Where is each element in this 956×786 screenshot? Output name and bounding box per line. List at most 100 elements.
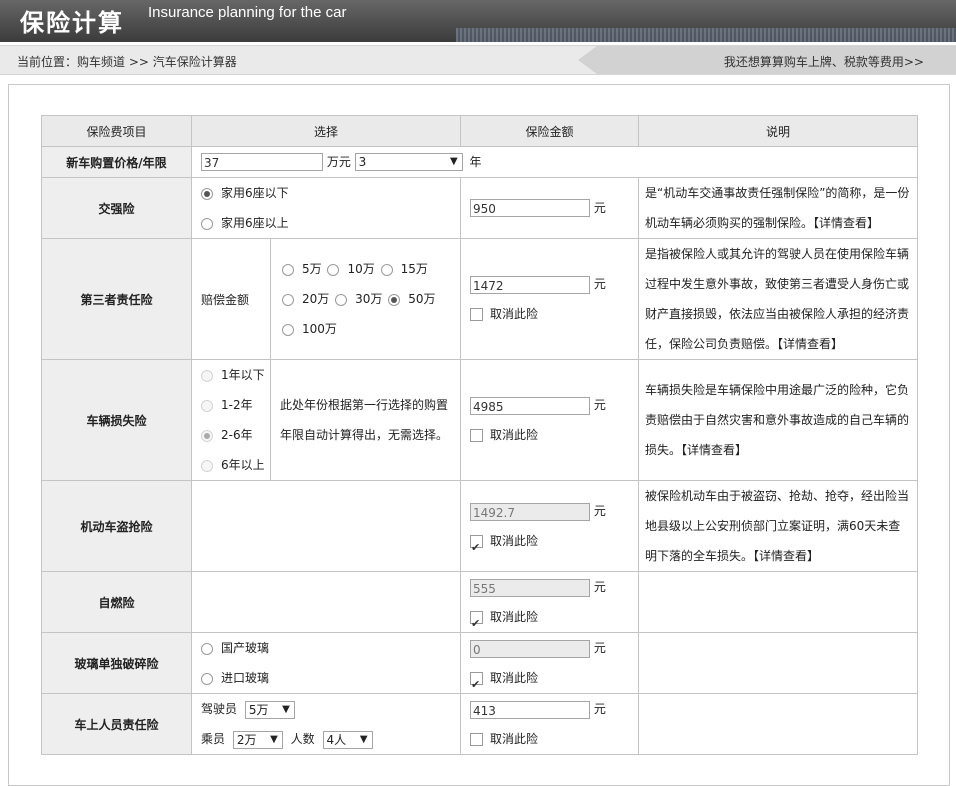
header-stripe — [456, 28, 956, 42]
details-link[interactable]: 【详情查看】 — [813, 216, 879, 230]
passenger-seat-label: 乘员 — [201, 732, 226, 746]
vehicle-loss-option[interactable]: 2-6年 — [192, 420, 270, 450]
option-line: 20万 30万 50万 — [282, 284, 460, 314]
chevron-down-icon: ▼ — [270, 733, 278, 745]
third-party-amount-cell: 1472 元 取消此险 — [460, 238, 639, 360]
passenger-select-value: 2万 — [236, 732, 257, 747]
price-row: 新车购置价格/年限 37 万元 3 ▼ 年 — [41, 146, 918, 178]
vehicle-loss-option[interactable]: 1-2年 — [192, 390, 270, 420]
radio-icon[interactable] — [201, 217, 213, 230]
driver-select[interactable]: 5万 ▼ — [244, 700, 295, 719]
third-party-option[interactable]: 30万 — [335, 284, 382, 314]
radio-icon[interactable] — [201, 187, 213, 200]
vehicle-loss-option[interactable]: 1年以下 — [192, 360, 270, 390]
passenger-label: 车上人员责任险 — [41, 693, 192, 755]
radio-icon[interactable] — [201, 672, 213, 685]
details-link[interactable]: 【详情查看】 — [753, 549, 819, 563]
theft-cancel[interactable]: 取消此险 — [470, 526, 638, 563]
spontaneous-amount-cell: 555 元 取消此险 — [460, 571, 639, 639]
glass-option[interactable]: 进口玻璃 — [192, 663, 460, 693]
passenger-row: 车上人员责任险 驾驶员 5万 ▼ 乘员 2万 ▼ 人数 4人 ▼ 413 元 取消此险 — [41, 693, 918, 755]
radio-icon[interactable] — [201, 459, 213, 472]
passenger-amount-cell: 413 元 取消此险 — [460, 693, 639, 755]
third-party-option[interactable]: 15万 — [380, 254, 428, 284]
checkbox-icon[interactable] — [470, 429, 483, 442]
radio-icon[interactable] — [388, 293, 401, 306]
count-select[interactable]: 4人 ▼ — [322, 730, 373, 749]
calculator-panel: 保险费项目 选择 保险金额 说明 新车购置价格/年限 37 万元 3 ▼ 年 交强… — [8, 84, 950, 786]
radio-icon[interactable] — [201, 399, 213, 412]
theft-amount-input[interactable]: 1492.7 — [470, 502, 590, 521]
vehicle-loss-option[interactable]: 6年以上 — [192, 450, 270, 480]
passenger-select[interactable]: 2万 ▼ — [232, 730, 283, 749]
passenger-desc-empty — [638, 693, 918, 755]
header-item: 保险费项目 — [41, 115, 192, 147]
driver-line: 驾驶员 5万 ▼ — [192, 694, 460, 724]
glass-amount-input[interactable]: 0 — [470, 639, 590, 658]
header-choice: 选择 — [191, 115, 461, 147]
radio-icon[interactable] — [282, 323, 294, 336]
radio-icon[interactable] — [282, 263, 294, 276]
third-party-cancel[interactable]: 取消此险 — [470, 299, 638, 329]
radio-icon[interactable] — [335, 293, 348, 306]
amount-line: 4985 元 — [470, 390, 638, 420]
amount-line: 413 元 — [470, 694, 638, 724]
vehicle-loss-amount-input[interactable]: 4985 — [470, 396, 590, 415]
third-party-amount-input[interactable]: 1472 — [470, 275, 590, 294]
compensation-label: 赔偿金额 — [191, 238, 271, 360]
spontaneous-amount-input[interactable]: 555 — [470, 578, 590, 597]
third-party-option[interactable]: 100万 — [282, 314, 337, 344]
details-link[interactable]: 【详情查看】 — [681, 443, 747, 457]
compulsory-amount-input[interactable]: 950 — [470, 199, 590, 218]
chevron-down-icon: ▼ — [282, 703, 290, 715]
other-fees-link[interactable]: 我还想算算购车上牌、税款等费用>> — [724, 53, 924, 70]
checkbox-icon[interactable] — [470, 308, 483, 321]
radio-icon[interactable] — [327, 263, 340, 276]
count-select-value: 4人 — [326, 732, 347, 747]
cancel-label: 取消此险 — [490, 534, 539, 548]
unit: 元 — [593, 504, 606, 518]
price-unit: 万元 — [326, 154, 351, 169]
compulsory-option-2[interactable]: 家用6座以上 — [192, 208, 460, 238]
third-party-option[interactable]: 20万 — [282, 284, 329, 314]
option-label: 5万 — [302, 262, 322, 276]
option-label: 家用6座以下 — [221, 186, 289, 200]
option-label: 30万 — [355, 292, 383, 306]
radio-icon[interactable] — [201, 369, 213, 382]
price-row-inputs: 37 万元 3 ▼ 年 — [191, 146, 918, 178]
car-price-input[interactable]: 37 — [201, 153, 323, 172]
amount-line: 1472 元 — [470, 269, 638, 299]
option-label: 6年以上 — [221, 458, 265, 472]
breadcrumb-separator: >> — [128, 55, 149, 69]
passenger-options: 驾驶员 5万 ▼ 乘员 2万 ▼ 人数 4人 ▼ — [191, 693, 461, 755]
checkbox-icon[interactable] — [470, 609, 483, 639]
details-link[interactable]: 【详情查看】 — [777, 337, 843, 351]
vehicle-loss-desc: 车辆损失险是车辆保险中用途最广泛的险种，它负责赔偿由于自然灾害和意外事故造成的自… — [638, 359, 918, 481]
checkbox-icon[interactable] — [470, 670, 483, 700]
vehicle-loss-options: 1年以下 1-2年 2-6年 6年以上 — [191, 359, 271, 481]
vehicle-loss-cancel[interactable]: 取消此险 — [470, 420, 638, 450]
other-fees-tab[interactable]: 我还想算算购车上牌、税款等费用>> — [578, 46, 956, 74]
passenger-amount-input[interactable]: 413 — [470, 700, 590, 719]
radio-icon[interactable] — [282, 293, 294, 306]
checkbox-icon[interactable] — [470, 533, 483, 563]
option-label: 15万 — [400, 262, 428, 276]
driver-label: 驾驶员 — [201, 702, 238, 716]
header-amount: 保险金额 — [460, 115, 639, 147]
years-select[interactable]: 3 ▼ — [354, 153, 463, 172]
third-party-option[interactable]: 10万 — [327, 254, 375, 284]
vehicle-loss-amount-cell: 4985 元 取消此险 — [460, 359, 639, 481]
breadcrumb-channel-link[interactable]: 购车频道 — [77, 55, 125, 69]
radio-icon[interactable] — [201, 642, 213, 655]
radio-icon[interactable] — [201, 429, 213, 442]
third-party-options: 5万 10万 15万 20万 30万 50万 100万 — [270, 238, 461, 360]
radio-icon[interactable] — [380, 263, 393, 276]
third-party-option[interactable]: 50万 — [388, 284, 436, 314]
compulsory-option-1[interactable]: 家用6座以下 — [192, 178, 460, 208]
third-party-option[interactable]: 5万 — [282, 254, 322, 284]
passenger-cancel[interactable]: 取消此险 — [470, 724, 638, 754]
spontaneous-cancel[interactable]: 取消此险 — [470, 602, 638, 639]
glass-option[interactable]: 国产玻璃 — [192, 633, 460, 663]
glass-cancel[interactable]: 取消此险 — [470, 663, 638, 700]
checkbox-icon[interactable] — [470, 733, 483, 746]
